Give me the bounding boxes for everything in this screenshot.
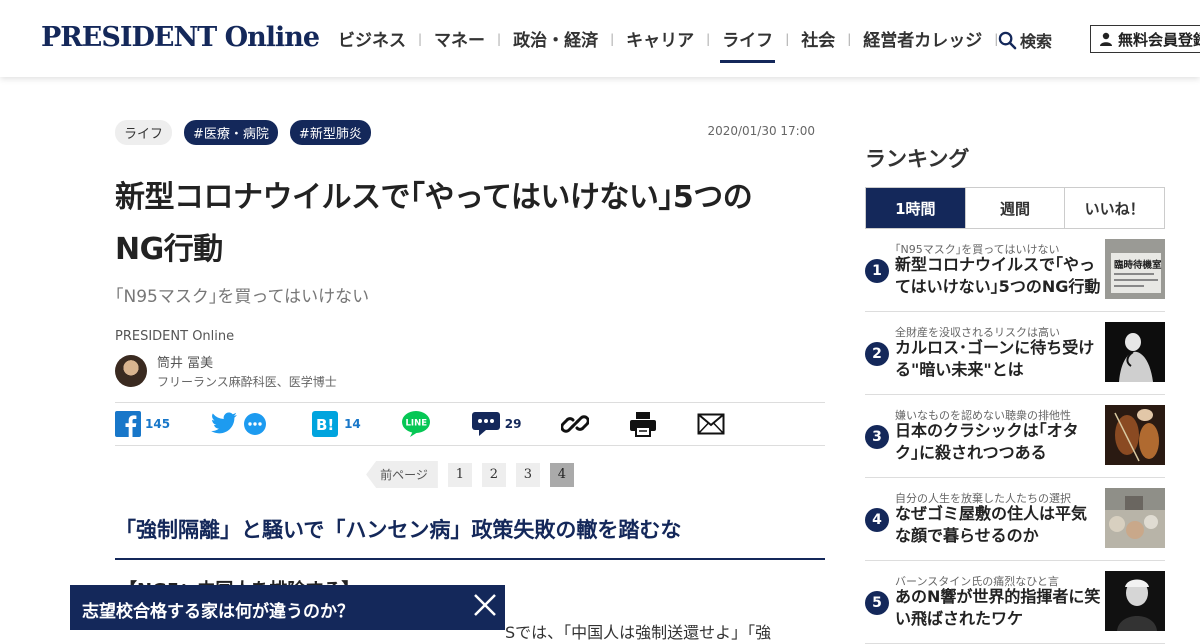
- author-name: 筒井 冨美: [157, 356, 214, 371]
- promo-banner[interactable]: 志望校合格する家は何が違うのか？: [70, 585, 505, 630]
- site-logo[interactable]: PRESIDENT Online: [41, 22, 320, 53]
- tab-weekly[interactable]: 週間: [964, 188, 1065, 228]
- rank-number: 1: [865, 259, 889, 283]
- nav-separator: |: [497, 31, 502, 46]
- hatena-bookmark-button[interactable]: B! 14: [312, 411, 361, 437]
- link-icon: [561, 415, 590, 433]
- rank-number: 4: [865, 508, 889, 532]
- article-title-line: NG行動: [115, 232, 223, 267]
- comment-count: 29: [504, 417, 522, 431]
- nav-separator: |: [847, 31, 852, 46]
- nav-item-money[interactable]: マネー: [432, 26, 487, 51]
- twitter-icon: [211, 412, 237, 434]
- comment-bubble-icon: [244, 413, 267, 435]
- article-subtitle: ｢N95マスク｣を買ってはいけない: [115, 287, 370, 307]
- signup-label: 無料会員登録: [1118, 30, 1200, 49]
- facebook-share-button[interactable]: 145: [115, 411, 170, 437]
- ranking-item[interactable]: 4 自分の人生を放棄した人たちの選択 なぜゴミ屋敷の住人は平気な顔で暮らせるのか: [865, 478, 1165, 561]
- publish-date: 2020/01/30 17:00: [707, 124, 815, 138]
- nav-separator: |: [418, 31, 423, 46]
- article: ライフ #医療・病院 #新型肺炎 2020/01/30 17:00 新型コロナウ…: [115, 119, 825, 602]
- tab-likes[interactable]: いいね！: [1064, 188, 1164, 228]
- share-bar: 145 B! 14 LINE 29: [115, 402, 825, 446]
- rank-number: 3: [865, 425, 889, 449]
- facebook-count: 145: [145, 417, 171, 431]
- pagination: 前ページ 1 2 3 4: [115, 461, 825, 488]
- svg-text:LINE: LINE: [405, 419, 427, 429]
- rank-headline: カルロス･ゴーンに待ち受ける"暗い未来"とは: [895, 338, 1095, 379]
- ranking-sidebar: ランキング 1時間 週間 いいね！ 1 ｢N95マスク｣を買ってはいけない 新型…: [865, 143, 1165, 644]
- rank-thumbnail: [1105, 571, 1165, 631]
- article-body-text: Sでは、「中国人は強制送還せよ」「強: [505, 623, 772, 642]
- signup-button[interactable]: 無料会員登録: [1090, 25, 1200, 53]
- page-link[interactable]: 2: [481, 462, 506, 487]
- author-title: フリーランス麻酔科医、医学博士: [157, 375, 337, 389]
- article-title: 新型コロナウイルスで｢やってはいけない｣5つの NG行動: [115, 172, 825, 276]
- tag-category[interactable]: ライフ: [115, 119, 173, 145]
- rank-thumbnail: [1105, 488, 1165, 548]
- section-heading: 「強制隔離」と騒いで「ハンセン病」政策失敗の轍を踏むな: [115, 514, 825, 560]
- article-title-line: 新型コロナウイルスで｢やってはいけない｣5つの: [115, 180, 753, 215]
- mail-icon: [697, 413, 725, 435]
- nav-item-executive-college[interactable]: 経営者カレッジ: [861, 26, 984, 51]
- print-button[interactable]: [629, 411, 657, 437]
- tag-keyword[interactable]: #医療・病院: [184, 119, 278, 145]
- facebook-icon: [115, 411, 141, 437]
- tab-1-hour[interactable]: 1時間: [866, 188, 965, 228]
- thumb-sign-text: 臨時待機室: [1114, 259, 1162, 271]
- hatena-count: 14: [344, 417, 361, 431]
- line-icon: LINE: [401, 411, 430, 437]
- nav-item-politics-economy[interactable]: 政治・経済: [511, 26, 600, 51]
- nav-item-career[interactable]: キャリア: [624, 26, 696, 51]
- twitter-share-button[interactable]: [210, 412, 268, 436]
- line-share-button[interactable]: LINE: [401, 410, 431, 438]
- search-button[interactable]: 検索: [998, 28, 1052, 52]
- comment-button[interactable]: 29: [471, 411, 522, 437]
- rank-number: 5: [865, 591, 889, 615]
- close-icon[interactable]: [473, 593, 497, 617]
- search-icon: [998, 31, 1017, 49]
- rank-headline: なぜゴミ屋敷の住人は平気な顔で暮らせるのか: [895, 504, 1088, 545]
- ranking-item[interactable]: 5 バーンスタイン氏の痛烈なひと言 あのN響が世界的指揮者に笑い飛ばされたワケ: [865, 561, 1165, 644]
- rank-thumbnail: [1105, 405, 1165, 465]
- nav-separator: |: [706, 31, 711, 46]
- main-nav: ビジネス | マネー | 政治・経済 | キャリア | ライフ | 社会 | 経…: [336, 26, 1008, 63]
- nav-separator: |: [610, 31, 615, 46]
- rank-thumbnail: 臨時待機室: [1105, 239, 1165, 299]
- ranking-item[interactable]: 2 全財産を没収されるリスクは高い カルロス･ゴーンに待ち受ける"暗い未来"とは: [865, 312, 1165, 395]
- prev-page-button[interactable]: 前ページ: [366, 461, 438, 488]
- ranking-title: ランキング: [865, 147, 970, 171]
- author-avatar: [115, 355, 147, 387]
- nav-item-life[interactable]: ライフ: [720, 26, 776, 63]
- print-icon: [630, 412, 657, 437]
- rank-number: 2: [865, 342, 889, 366]
- rank-headline: あのN響が世界的指揮者に笑い飛ばされたワケ: [895, 587, 1101, 628]
- page-link[interactable]: 3: [515, 462, 540, 487]
- hatena-bookmark-icon: B!: [312, 411, 339, 437]
- page-link[interactable]: 1: [447, 462, 472, 487]
- copy-link-button[interactable]: [561, 410, 590, 438]
- search-label: 検索: [1020, 32, 1053, 51]
- tag-keyword[interactable]: #新型肺炎: [289, 119, 371, 145]
- nav-item-business[interactable]: ビジネス: [336, 26, 408, 51]
- email-share-button[interactable]: [697, 413, 725, 435]
- ranking-tabs: 1時間 週間 いいね！: [865, 187, 1165, 229]
- svg-text:B!: B!: [316, 416, 334, 434]
- rank-thumbnail: [1105, 322, 1165, 382]
- article-source: PRESIDENT Online: [115, 329, 235, 344]
- rank-headline: 日本のクラシックは｢オタク｣に殺されつつある: [895, 421, 1079, 462]
- nav-item-society[interactable]: 社会: [799, 26, 837, 51]
- comment-icon: [471, 412, 500, 436]
- promo-banner-text: 志望校合格する家は何が違うのか？: [82, 602, 354, 622]
- ranking-item[interactable]: 1 ｢N95マスク｣を買ってはいけない 新型コロナウイルスで｢やってはいけない｣…: [865, 229, 1165, 312]
- author-block[interactable]: 筒井 冨美 フリーランス麻酔科医、医学博士: [115, 352, 825, 390]
- nav-separator: |: [785, 31, 790, 46]
- ranking-item[interactable]: 3 嫌いなものを認めない聴衆の排他性 日本のクラシックは｢オタク｣に殺されつつあ…: [865, 395, 1165, 478]
- user-icon: [1100, 32, 1112, 46]
- rank-headline: 新型コロナウイルスで｢やってはいけない｣5つのNG行動: [895, 255, 1101, 296]
- current-page: 4: [549, 462, 574, 487]
- site-header: PRESIDENT Online ビジネス | マネー | 政治・経済 | キャ…: [0, 0, 1200, 77]
